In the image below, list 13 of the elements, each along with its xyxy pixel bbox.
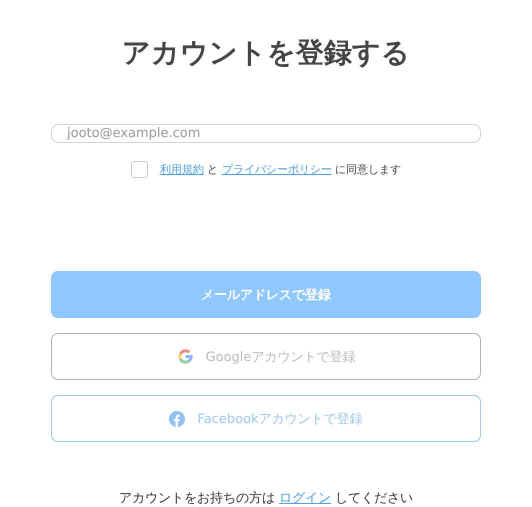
terms-link[interactable]: 利用規約 xyxy=(160,163,204,176)
google-signup-button[interactable]: Googleアカウントで登録 xyxy=(51,333,481,380)
privacy-policy-link[interactable]: プライバシーポリシー xyxy=(222,163,332,176)
facebook-icon xyxy=(169,410,186,426)
email-field[interactable]: jooto@example.com xyxy=(51,124,481,143)
login-prompt: アカウントをお持ちの方は ログイン してください xyxy=(118,490,414,507)
page-title: アカウントを登録する xyxy=(121,35,411,71)
email-signup-button[interactable]: メールアドレスで登録 xyxy=(51,271,481,318)
agreement-text: 利用規約 と プライバシーポリシー に同意します xyxy=(160,162,402,177)
facebook-signup-button[interactable]: Facebookアカウントで登録 xyxy=(51,395,481,442)
google-g-icon xyxy=(176,348,194,365)
agree-checkbox[interactable] xyxy=(130,161,148,178)
login-link[interactable]: ログイン xyxy=(279,491,331,506)
